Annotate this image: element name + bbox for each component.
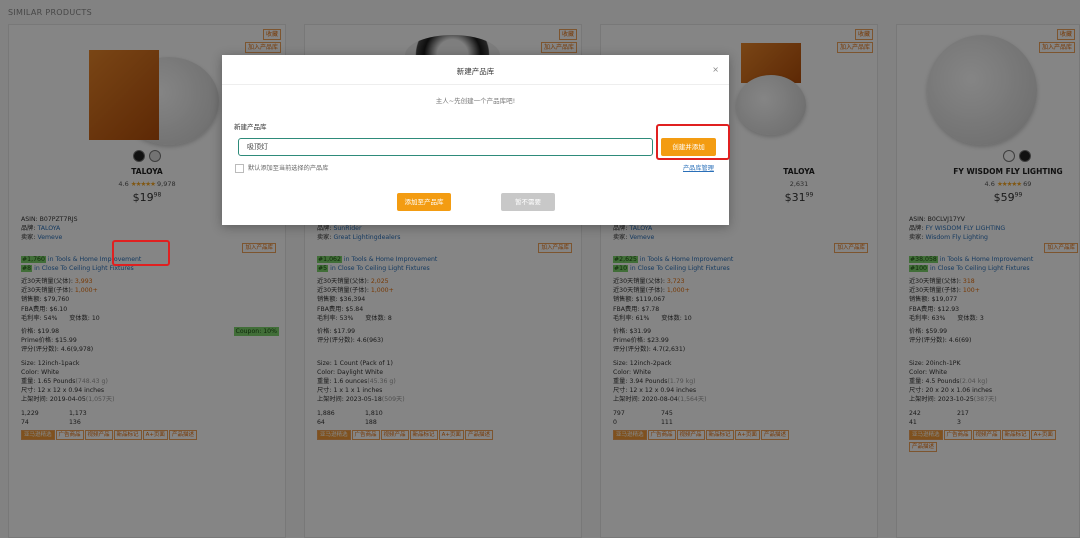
add-to-library-button[interactable]: 添加至产品库	[397, 193, 451, 211]
library-name-label: 新建产品库	[234, 123, 267, 131]
dialog-divider	[222, 84, 729, 85]
close-icon[interactable]: ×	[712, 65, 719, 74]
annotation-highlight	[656, 124, 730, 160]
skip-button[interactable]: 暂不需要	[501, 193, 555, 211]
default-add-checkbox-label[interactable]: 默认添加至当前选择的产品库	[248, 163, 328, 172]
dialog-title: 新建产品库	[456, 67, 495, 76]
library-manage-link[interactable]: 产品库管理	[683, 163, 714, 172]
library-name-input[interactable]: 吸顶灯	[238, 138, 653, 156]
annotation-highlight	[112, 240, 170, 266]
new-library-dialog: 新建产品库 × 主人~先创建一个产品库吧! 新建产品库 吸顶灯 创建并添加 默认…	[222, 55, 729, 225]
dialog-subtitle: 主人~先创建一个产品库吧!	[435, 97, 516, 105]
default-add-checkbox[interactable]	[235, 164, 244, 173]
